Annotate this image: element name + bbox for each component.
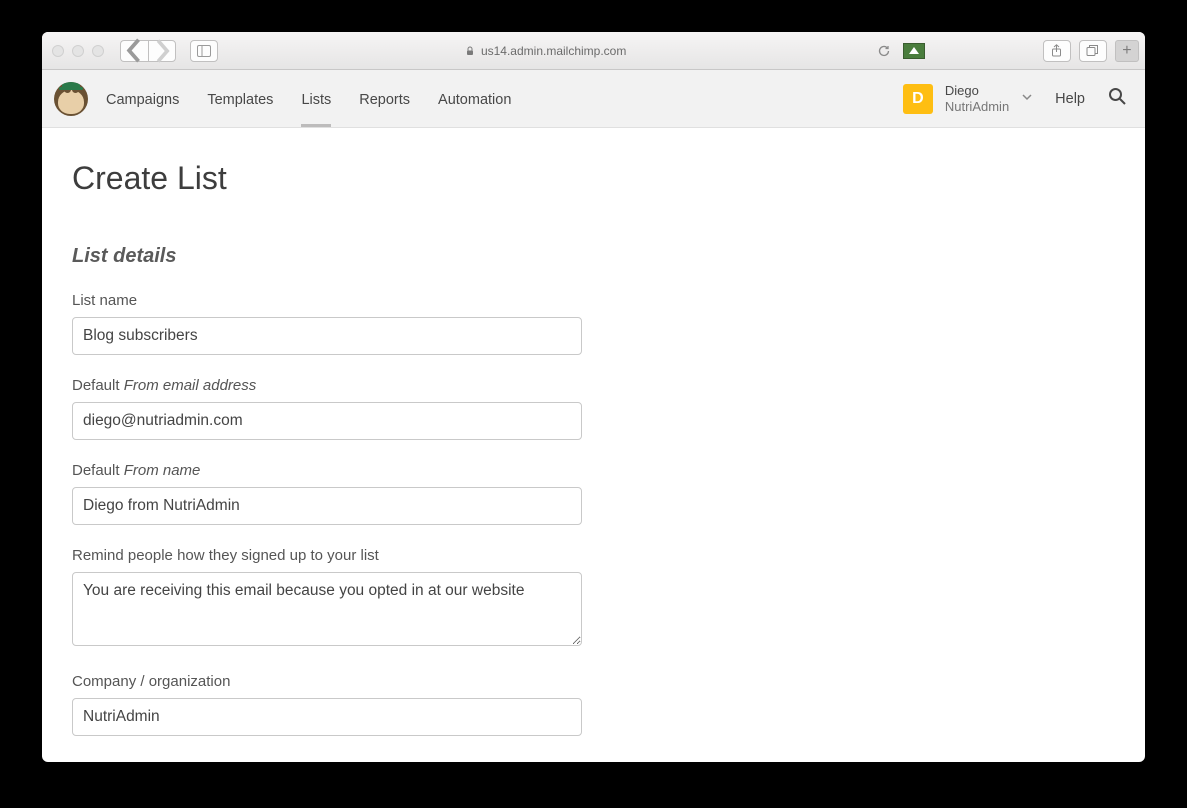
input-company[interactable] <box>72 698 582 736</box>
nav-buttons <box>120 40 176 62</box>
extension-icon[interactable] <box>903 43 925 59</box>
section-title: List details <box>72 245 1115 268</box>
new-tab-button[interactable]: + <box>1115 40 1139 62</box>
label-from-email-italic: From email address <box>124 377 257 394</box>
label-from-email: Default From email address <box>72 377 582 394</box>
browser-window: us14.admin.mailchimp.com + Campaigns Tem… <box>42 32 1145 762</box>
page-title: Create List <box>72 160 1115 197</box>
label-from-name-italic: From name <box>124 462 201 479</box>
url-bar[interactable]: us14.admin.mailchimp.com <box>336 44 756 58</box>
sidebar-toggle-button[interactable] <box>190 40 218 62</box>
label-from-name: Default From name <box>72 462 582 479</box>
input-from-email[interactable] <box>72 402 582 440</box>
avatar: D <box>903 84 933 114</box>
label-from-name-prefix: Default <box>72 462 124 479</box>
field-reminder: Remind people how they signed up to your… <box>72 547 582 651</box>
field-list-name: List name <box>72 292 582 355</box>
account-menu[interactable]: D Diego NutriAdmin <box>903 83 1033 114</box>
label-reminder: Remind people how they signed up to your… <box>72 547 582 564</box>
forward-button[interactable] <box>148 40 176 62</box>
app-header: Campaigns Templates Lists Reports Automa… <box>42 70 1145 128</box>
window-controls <box>52 45 104 57</box>
account-org: NutriAdmin <box>945 99 1009 115</box>
nav-lists[interactable]: Lists <box>301 72 331 126</box>
nav-automation[interactable]: Automation <box>438 72 511 126</box>
account-text: Diego NutriAdmin <box>945 83 1009 114</box>
main-content: Create List List details List name Defau… <box>42 128 1145 762</box>
url-text: us14.admin.mailchimp.com <box>481 44 626 58</box>
browser-chrome: us14.admin.mailchimp.com + <box>42 32 1145 70</box>
textarea-reminder[interactable] <box>72 572 582 646</box>
mailchimp-logo-icon[interactable] <box>54 82 88 116</box>
window-maximize-icon[interactable] <box>92 45 104 57</box>
main-nav: Campaigns Templates Lists Reports Automa… <box>106 72 511 126</box>
help-link[interactable]: Help <box>1055 91 1085 107</box>
window-close-icon[interactable] <box>52 45 64 57</box>
label-from-email-prefix: Default <box>72 377 124 394</box>
nav-campaigns[interactable]: Campaigns <box>106 72 179 126</box>
input-list-name[interactable] <box>72 317 582 355</box>
input-from-name[interactable] <box>72 487 582 525</box>
account-name: Diego <box>945 83 1009 99</box>
back-button[interactable] <box>120 40 148 62</box>
nav-reports[interactable]: Reports <box>359 72 410 126</box>
field-from-name: Default From name <box>72 462 582 525</box>
lock-icon <box>465 46 475 56</box>
reload-button[interactable] <box>873 40 895 62</box>
chevron-down-icon <box>1021 90 1033 108</box>
label-list-name: List name <box>72 292 582 309</box>
field-company: Company / organization <box>72 673 582 736</box>
window-minimize-icon[interactable] <box>72 45 84 57</box>
chrome-right: + <box>1043 40 1135 62</box>
nav-templates[interactable]: Templates <box>207 72 273 126</box>
share-button[interactable] <box>1043 40 1071 62</box>
tabs-button[interactable] <box>1079 40 1107 62</box>
search-icon <box>1107 86 1127 106</box>
search-button[interactable] <box>1107 86 1127 111</box>
header-right: D Diego NutriAdmin Help <box>903 83 1127 114</box>
label-company: Company / organization <box>72 673 582 690</box>
field-from-email: Default From email address <box>72 377 582 440</box>
